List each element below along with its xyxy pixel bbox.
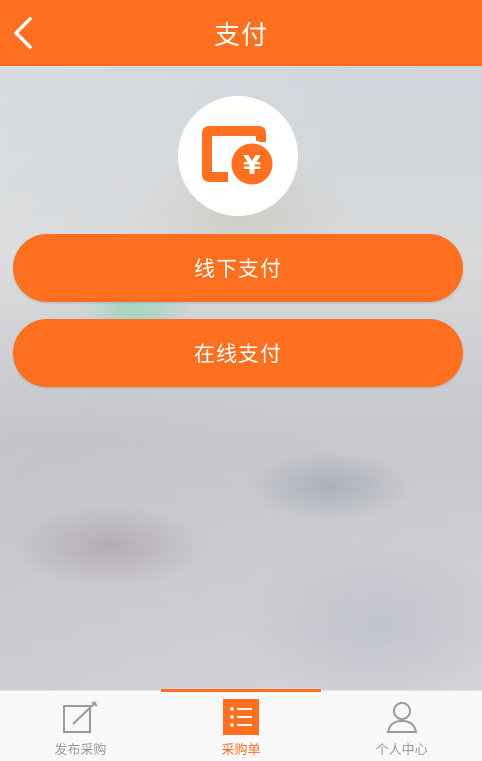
bottom-tab-bar: 发布采购 采购单 个人中心 [0, 689, 482, 761]
chevron-left-icon [14, 17, 32, 49]
page-title: 支付 [213, 20, 268, 51]
tab-label: 个人中心 [375, 743, 428, 758]
tab-personal-center[interactable]: 个人中心 [321, 691, 482, 761]
header-bar: 支付 [0, 0, 482, 66]
wallet-yuan-icon: ¥ [202, 126, 276, 188]
tab-publish-purchase[interactable]: 发布采购 [0, 691, 161, 761]
back-button[interactable] [8, 16, 38, 50]
yuan-glyph: ¥ [243, 151, 261, 181]
edit-icon [63, 701, 98, 733]
list-icon [223, 699, 259, 735]
offline-payment-button[interactable]: 线下支付 [13, 234, 463, 302]
tab-label: 发布采购 [54, 743, 107, 758]
tab-purchase-orders[interactable]: 采购单 [160, 689, 322, 761]
payment-icon-circle: ¥ [178, 96, 298, 216]
offline-payment-label: 线下支付 [194, 257, 282, 281]
tab-label: 采购单 [221, 743, 261, 758]
user-icon [386, 702, 417, 733]
online-payment-button[interactable]: 在线支付 [13, 319, 463, 387]
online-payment-label: 在线支付 [194, 342, 282, 366]
